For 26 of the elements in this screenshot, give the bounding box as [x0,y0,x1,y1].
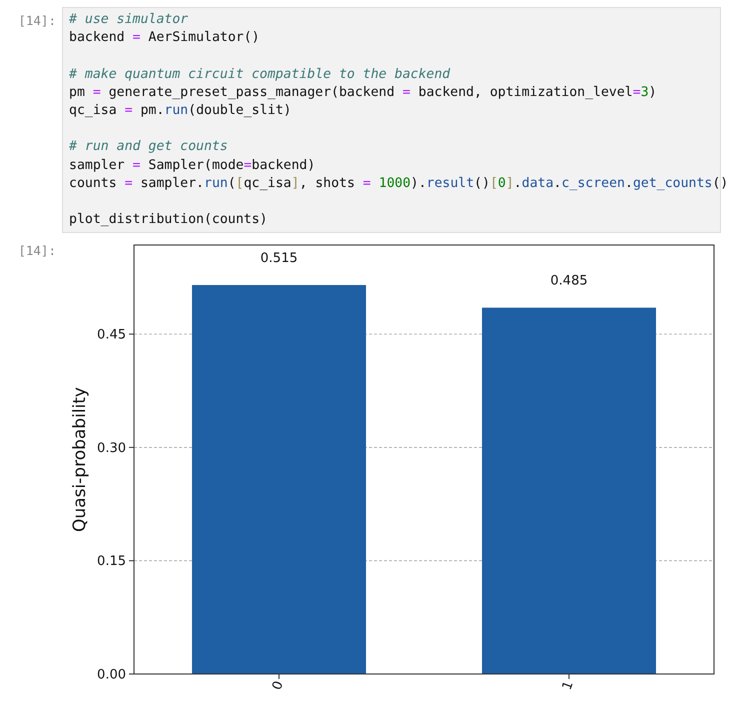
code-line: pm = generate_preset_pass_manager(backend = backend, optimization_level=3) [69,84,657,102]
tick-mark [568,674,570,680]
code-line: backend = AerSimulator() [69,29,260,48]
cell-prompt: [14]: [18,242,56,260]
tick-mark [128,560,134,562]
code-line: counts = sampler.run([qc_isa], shots = 1000).result()[0].data.c_screen.get_counts() [69,174,728,193]
tick-mark [278,674,280,680]
tick-label: 0.30 [97,441,126,456]
value-label: 0.485 [550,274,588,290]
code-line: # make quantum circuit compatible to the backend [69,66,450,84]
tick-label: 0.00 [97,668,126,683]
code-line: qc_isa = pm.run(double_slit) [69,102,292,120]
tick-label: 0.45 [97,328,126,344]
tick-label: 0.15 [97,554,126,570]
tick-mark [128,447,134,448]
code-line: plot_distribution(counts) [69,211,268,230]
cell-prompt: [14]: [18,12,56,30]
tick-mark [128,674,134,675]
category-label: 0 [270,680,287,693]
category-label: 1 [560,680,577,693]
y-axis-label: Quasi-probability [70,387,90,532]
code-line: # run and get counts [69,138,228,156]
code-line: sampler = Sampler(mode=backend) [69,156,316,175]
value-label: 0.515 [260,251,298,266]
tick-mark [128,334,134,336]
code-line: # use simulator [69,11,188,29]
